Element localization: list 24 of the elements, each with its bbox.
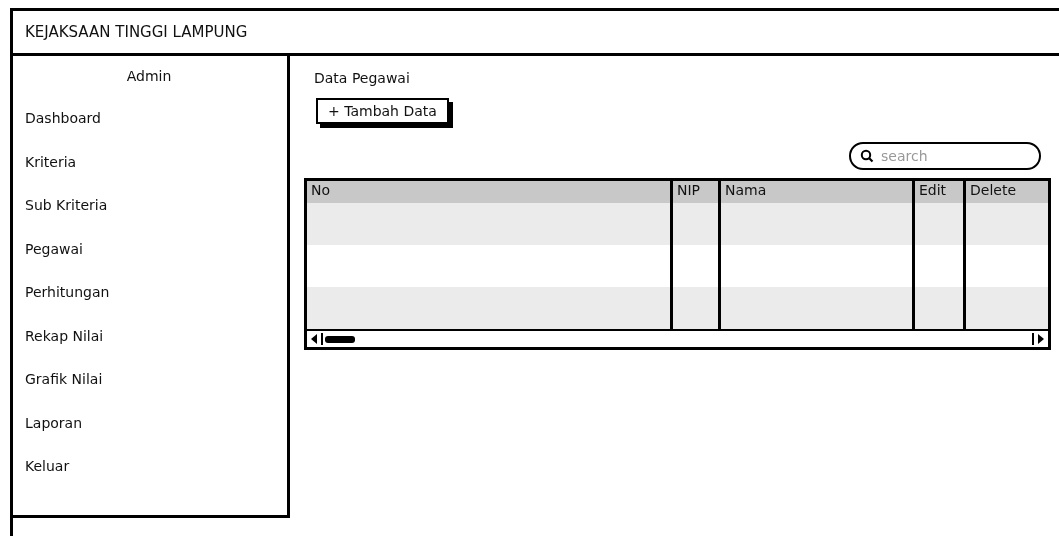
sidebar-item[interactable]: Rekap Nilai (25, 327, 287, 371)
column-header: Nama (718, 181, 912, 203)
search-field[interactable]: search (849, 142, 1041, 170)
scroll-thumb[interactable] (325, 335, 355, 343)
page-title: Data Pegawai (313, 70, 410, 88)
sidebar-item[interactable]: Grafik Nilai (25, 371, 287, 415)
horizontal-scrollbar[interactable] (307, 329, 1048, 347)
sidebar-item[interactable]: Pegawai (25, 240, 287, 284)
table-cell (670, 287, 718, 329)
sidebar-item[interactable]: Laporan (25, 414, 287, 458)
column-header: NIP (670, 181, 718, 203)
column-header: Edit (912, 181, 963, 203)
sidebar-item[interactable]: Kriteria (25, 153, 287, 197)
app-title: KEJAKSAAN TINGGI LAMPUNG (25, 23, 248, 41)
sidebar-item[interactable]: Perhitungan (25, 284, 287, 328)
sidebar-item[interactable]: Sub Kriteria (25, 197, 287, 241)
column-header: Delete (963, 181, 1048, 203)
table-cell (912, 203, 963, 245)
sidebar-item[interactable]: Dashboard (25, 110, 287, 154)
sidebar-item[interactable]: Keluar (25, 458, 287, 502)
table-cell (670, 203, 718, 245)
column-header: No (307, 181, 670, 203)
table-cell (912, 287, 963, 329)
sidebar-title: Admin (125, 68, 173, 86)
